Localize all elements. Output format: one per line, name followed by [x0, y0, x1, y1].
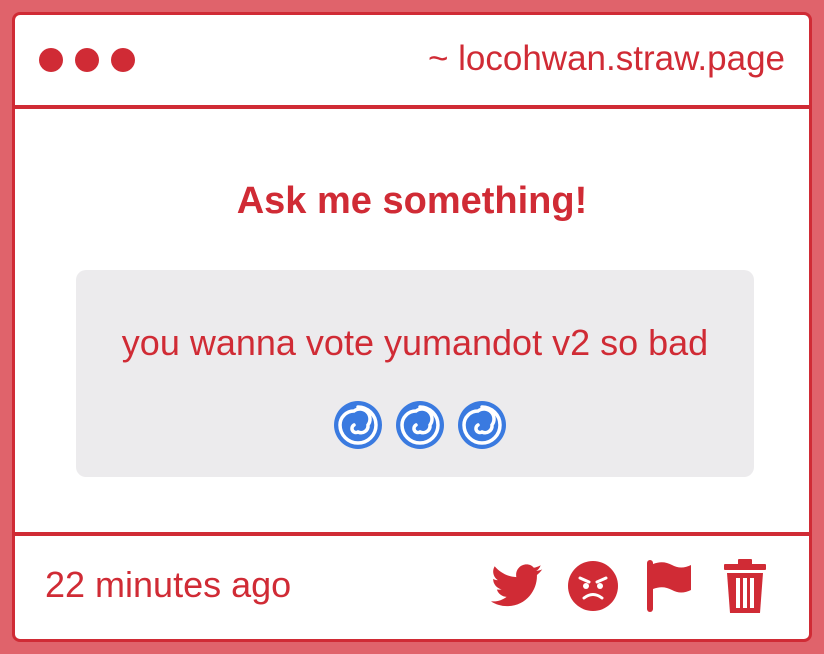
- share-twitter-button[interactable]: [489, 558, 545, 614]
- window-dot-1[interactable]: [39, 48, 63, 72]
- window-controls: [39, 48, 135, 72]
- question-box: you wanna vote yumandot v2 so bad: [76, 270, 754, 477]
- cyclone-icon: [334, 401, 382, 450]
- cyclone-icon: [396, 401, 444, 450]
- page-url[interactable]: ~ locohwan.straw.page: [428, 39, 785, 79]
- trash-icon: [724, 559, 766, 613]
- card-footer: 22 minutes ago: [15, 532, 809, 639]
- question-text: you wanna vote yumandot v2 so bad: [121, 322, 709, 363]
- window-dot-3[interactable]: [111, 48, 135, 72]
- window-titlebar: ~ locohwan.straw.page: [15, 15, 809, 109]
- twitter-icon: [491, 564, 543, 607]
- timestamp: 22 minutes ago: [45, 564, 292, 605]
- action-bar: [489, 558, 773, 614]
- cyclone-emoji-group: [332, 399, 508, 451]
- delete-button[interactable]: [717, 558, 773, 614]
- window-dot-2[interactable]: [75, 48, 99, 72]
- cyclone-icon: [458, 401, 506, 450]
- angry-face-icon: [568, 561, 618, 611]
- question-card: ~ locohwan.straw.page Ask me something! …: [12, 12, 812, 642]
- react-button[interactable]: [565, 558, 621, 614]
- flag-icon: [647, 560, 691, 612]
- page-title: Ask me something!: [236, 180, 588, 222]
- report-button[interactable]: [641, 558, 697, 614]
